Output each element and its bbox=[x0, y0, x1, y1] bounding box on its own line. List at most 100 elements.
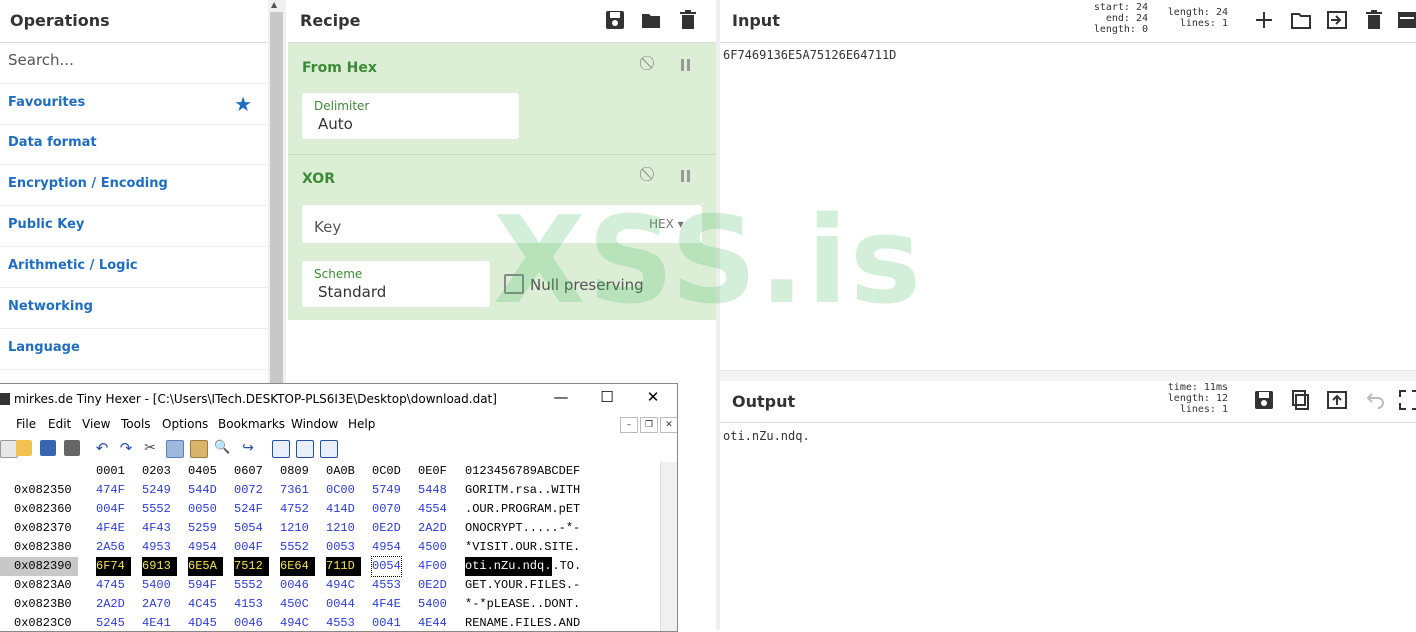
menu-view[interactable]: View bbox=[82, 417, 110, 431]
redo-icon[interactable]: ↷ bbox=[118, 440, 134, 456]
pane-splitter[interactable] bbox=[716, 0, 720, 630]
menu-options[interactable]: Options bbox=[162, 417, 208, 431]
from-hex-operation[interactable]: From Hex ⃠ Delimiter Auto bbox=[288, 43, 716, 155]
hexer-titlebar[interactable]: mirkes.de Tiny Hexer - [C:\Users\ITech.D… bbox=[0, 384, 677, 414]
ascii-text: ONOCRYPT.....-*- bbox=[465, 521, 581, 535]
null-preserving-checkbox[interactable] bbox=[504, 274, 524, 294]
hex-view[interactable]: 0001 0203 0405 0607 0809 0A0B 0C0D 0E0F 01234567… bbox=[0, 462, 660, 631]
menu-edit[interactable]: Edit bbox=[48, 417, 71, 431]
mdi-minimize-icon[interactable]: – bbox=[620, 417, 638, 433]
hex-row[interactable]: 0x0823A0 4745 5400 594F 5552 0046 494C 4553 0E2D… bbox=[0, 576, 660, 595]
row-address: 0x0823B0 bbox=[14, 597, 72, 611]
hexer-toolbar: ↶ ↷ ✂ 🔍 ↪ bbox=[0, 436, 677, 463]
key-field[interactable]: Key HEX ▾ bbox=[302, 205, 702, 243]
copy-icon[interactable] bbox=[1290, 389, 1312, 411]
hex-cell: 6F74 bbox=[96, 557, 131, 576]
find-icon[interactable]: 🔍 bbox=[214, 440, 230, 456]
copy-icon[interactable] bbox=[166, 440, 184, 458]
output-stats: time: 11ms length: 12 lines: 1 bbox=[1158, 382, 1228, 415]
pause-icon[interactable] bbox=[681, 59, 691, 71]
save-file-icon[interactable] bbox=[40, 440, 56, 456]
category-data-format[interactable]: Data format bbox=[0, 124, 268, 165]
maximize-icon[interactable]: ☐ bbox=[584, 388, 630, 406]
category-public-key[interactable]: Public Key bbox=[0, 206, 268, 247]
operations-scrollbar-thumb[interactable] bbox=[270, 12, 283, 384]
undo-icon[interactable] bbox=[1363, 389, 1385, 411]
open-folder-icon[interactable] bbox=[1290, 9, 1312, 31]
mdi-restore-icon[interactable]: ❐ bbox=[640, 417, 658, 433]
folder-icon[interactable] bbox=[640, 9, 662, 31]
minimize-icon[interactable]: — bbox=[538, 388, 584, 406]
hex-row[interactable]: 0x082350 474F 5249 544D 0072 7361 0C00 5749 5448… bbox=[0, 481, 660, 500]
save-icon[interactable] bbox=[604, 9, 626, 31]
hex-cell: 0054 bbox=[371, 556, 402, 577]
hex-cell: 0053 bbox=[326, 540, 355, 554]
cut-icon[interactable]: ✂ bbox=[142, 440, 158, 456]
ascii-text: *-*pLEASE..DONT. bbox=[465, 597, 581, 611]
scheme-value: Standard bbox=[318, 283, 387, 301]
output-textarea[interactable]: oti.nZu.ndq. bbox=[723, 429, 810, 443]
hex-cell: 6913 bbox=[142, 557, 177, 576]
category-encryption-encoding[interactable]: Encryption / Encoding bbox=[0, 165, 268, 206]
column-header-cell: 0A0B bbox=[326, 464, 355, 478]
column-header-cell: 0001 bbox=[96, 464, 125, 478]
save-icon[interactable] bbox=[1253, 389, 1275, 411]
stat-length: length: 0 bbox=[1093, 24, 1148, 35]
hex-cell: 4E41 bbox=[142, 616, 171, 630]
mdi-close-icon[interactable]: ✕ bbox=[660, 417, 677, 433]
trash-icon[interactable] bbox=[677, 9, 699, 31]
replace-input-icon[interactable] bbox=[1326, 389, 1348, 411]
hex-cell: 6E64 bbox=[280, 557, 315, 576]
scroll-up-arrow-icon[interactable]: ▲ bbox=[271, 0, 277, 9]
category-arithmetic-logic[interactable]: Arithmetic / Logic bbox=[0, 247, 268, 288]
close-icon[interactable]: ✕ bbox=[630, 388, 676, 406]
hex-cell: 5400 bbox=[418, 597, 447, 611]
goto-icon[interactable]: ↪ bbox=[240, 440, 256, 456]
hex-row[interactable]: 0x082360 004F 5552 0050 524F 4752 414D 0070 4554… bbox=[0, 500, 660, 519]
view-table-icon[interactable] bbox=[320, 440, 338, 458]
hex-cell: 2A2D bbox=[96, 597, 125, 611]
hex-cell: 4F00 bbox=[418, 559, 447, 573]
menu-help[interactable]: Help bbox=[348, 417, 375, 431]
hex-row[interactable]: 0x082390 6F74 6913 6E5A 7512 6E64 711D 0054 4F00… bbox=[0, 556, 660, 577]
print-icon[interactable] bbox=[64, 440, 80, 456]
hex-row[interactable]: 0x0823C0 5245 4E41 4D45 0046 494C 4553 0041 4E44… bbox=[0, 614, 660, 631]
hex-row[interactable]: 0x0823B0 2A2D 2A70 4C45 4153 450C 0044 4F4E 5400… bbox=[0, 595, 660, 614]
view-text-icon[interactable] bbox=[296, 440, 314, 458]
hex-row[interactable]: 0x082380 2A56 4953 4954 004F 5552 0053 4954 4500… bbox=[0, 538, 660, 557]
category-favourites[interactable]: Favourites ★ bbox=[0, 83, 268, 125]
hex-cell: 4F43 bbox=[142, 521, 171, 535]
hex-cell: 0E2D bbox=[418, 578, 447, 592]
add-icon[interactable] bbox=[1253, 9, 1275, 31]
menu-window[interactable]: Window bbox=[291, 417, 338, 431]
hex-row[interactable]: 0x082370 4F4E 4F43 5259 5054 1210 1210 0E2D 2A2D… bbox=[0, 519, 660, 538]
hex-view-scrollbar[interactable] bbox=[660, 462, 677, 631]
import-icon[interactable] bbox=[1326, 9, 1348, 31]
pause-icon[interactable] bbox=[681, 170, 691, 182]
xor-operation[interactable]: XOR ⃠ Key HEX ▾ Scheme Standard Null pre… bbox=[288, 155, 716, 320]
ascii-text: RENAME.FILES.AND bbox=[465, 616, 581, 630]
delimiter-field[interactable]: Delimiter Auto bbox=[302, 93, 519, 139]
menu-file[interactable]: File bbox=[16, 417, 36, 431]
undo-icon[interactable]: ↶ bbox=[94, 440, 110, 456]
stat-length: length: 12 bbox=[1167, 393, 1228, 404]
tiny-hexer-window[interactable]: mirkes.de Tiny Hexer - [C:\Users\ITech.D… bbox=[0, 383, 678, 632]
stat-lines: lines: 1 bbox=[1179, 18, 1228, 29]
trash-icon[interactable] bbox=[1363, 9, 1385, 31]
operations-search-input[interactable]: Search... bbox=[8, 51, 74, 69]
layout-icon[interactable] bbox=[1396, 9, 1416, 31]
view-hex-icon[interactable] bbox=[272, 440, 290, 458]
input-textarea[interactable]: 6F7469136E5A75126E64711D bbox=[723, 48, 896, 62]
maximise-icon[interactable] bbox=[1398, 389, 1416, 411]
star-icon[interactable]: ★ bbox=[234, 92, 252, 116]
open-file-icon[interactable] bbox=[16, 440, 32, 456]
scheme-field[interactable]: Scheme Standard bbox=[302, 261, 490, 307]
category-language[interactable]: Language bbox=[0, 329, 268, 370]
hex-cell: 4F4E bbox=[96, 521, 125, 535]
menu-bookmarks[interactable]: Bookmarks bbox=[218, 417, 285, 431]
paste-icon[interactable] bbox=[190, 440, 208, 458]
hex-cell: 0046 bbox=[234, 616, 263, 630]
key-format-select[interactable]: HEX ▾ bbox=[649, 217, 684, 231]
menu-tools[interactable]: Tools bbox=[121, 417, 151, 431]
category-networking[interactable]: Networking bbox=[0, 288, 268, 329]
